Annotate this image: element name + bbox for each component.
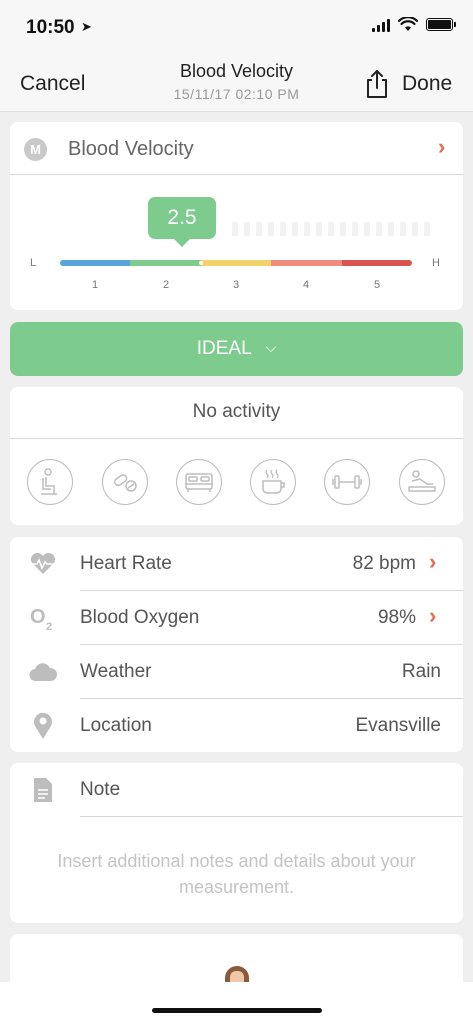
heart-rate-icon [28, 549, 58, 579]
scale-tick-label: 5 [373, 279, 381, 291]
location-row: Location Evansville [10, 699, 463, 752]
heart-rate-row[interactable]: Heart Rate 82 bpm › [10, 537, 463, 590]
blood-oxygen-row[interactable]: O2 Blood Oxygen 98% › [10, 591, 463, 644]
metric-selector-row[interactable]: M Blood Velocity › [10, 122, 463, 174]
scale-tick-label: 4 [302, 279, 310, 291]
metric-badge: M [24, 138, 47, 161]
chevron-right-icon: › [429, 549, 437, 574]
info-value: 82 bpm [352, 553, 416, 574]
cellular-signal-icon [372, 18, 390, 32]
divider [80, 816, 463, 817]
scale-tick-label: 2 [162, 279, 170, 291]
divider [10, 174, 463, 175]
svg-text:2: 2 [46, 621, 52, 633]
info-value: Evansville [355, 715, 441, 736]
svg-text:O: O [30, 606, 46, 628]
scale-low-label: L [30, 257, 37, 269]
scale-tick-label: 3 [232, 279, 240, 291]
battery-icon [426, 18, 456, 31]
location-arrow-icon: ➤ [81, 19, 92, 34]
scale-segment-1 [60, 260, 131, 266]
wifi-icon [398, 17, 418, 31]
bed-icon[interactable] [176, 459, 222, 505]
home-bar-area [0, 982, 473, 1024]
scale-segment-3 [200, 260, 272, 266]
chevron-right-icon: › [429, 603, 437, 628]
metric-card: M Blood Velocity › 2.5 L H 1 2 3 4 5 [10, 122, 463, 310]
nav-bar: Cancel Blood Velocity 15/11/17 02:10 PM … [0, 52, 473, 112]
info-label: Weather [80, 661, 152, 682]
divider [10, 438, 463, 439]
dumbbell-icon[interactable] [324, 459, 370, 505]
info-value: Rain [401, 661, 441, 682]
status-time: 10:50 [26, 17, 75, 38]
activity-card: No activity [10, 387, 463, 525]
home-indicator[interactable] [152, 1008, 322, 1013]
document-icon [28, 775, 58, 805]
share-icon[interactable] [364, 69, 390, 99]
pills-icon[interactable] [102, 459, 148, 505]
relaxing-icon[interactable] [399, 459, 445, 505]
scale-track [60, 260, 412, 266]
scale-tick-label: 1 [91, 279, 99, 291]
done-button[interactable]: Done [402, 72, 452, 96]
status-icons [372, 17, 456, 32]
scale-segment-2 [130, 260, 201, 266]
status-label: IDEAL [196, 338, 252, 359]
weather-row: Weather Rain [10, 645, 463, 698]
location-pin-icon [28, 710, 58, 740]
background-bars [232, 222, 432, 236]
info-label: Location [80, 715, 152, 736]
status-bar: 10:50 ➤ [0, 0, 473, 52]
chevron-down-icon: ⌵ [265, 339, 277, 355]
info-label: Heart Rate [80, 553, 172, 574]
note-input[interactable]: Insert additional notes and details abou… [30, 848, 443, 900]
oxygen-icon: O2 [28, 603, 58, 633]
info-value: 98% [377, 607, 416, 628]
scale-marker[interactable] [198, 261, 203, 265]
note-label: Note [80, 779, 121, 800]
note-card: Note Insert additional notes and details… [10, 763, 463, 923]
metric-name: Blood Velocity [68, 138, 194, 160]
details-card: Heart Rate 82 bpm › O2 Blood Oxygen 98% … [10, 537, 463, 752]
chevron-right-icon: › [438, 134, 446, 159]
sitting-icon[interactable] [27, 459, 73, 505]
scale-segment-4 [271, 260, 342, 266]
scale-high-label: H [432, 257, 440, 269]
status-dropdown-button[interactable]: IDEAL ⌵ [10, 322, 463, 376]
cloud-icon [28, 657, 58, 687]
value-bubble: 2.5 [148, 197, 216, 247]
info-label: Blood Oxygen [80, 607, 200, 628]
scale-segment-5 [341, 260, 412, 266]
activity-title: No activity [192, 401, 281, 422]
coffee-icon[interactable] [250, 459, 296, 505]
